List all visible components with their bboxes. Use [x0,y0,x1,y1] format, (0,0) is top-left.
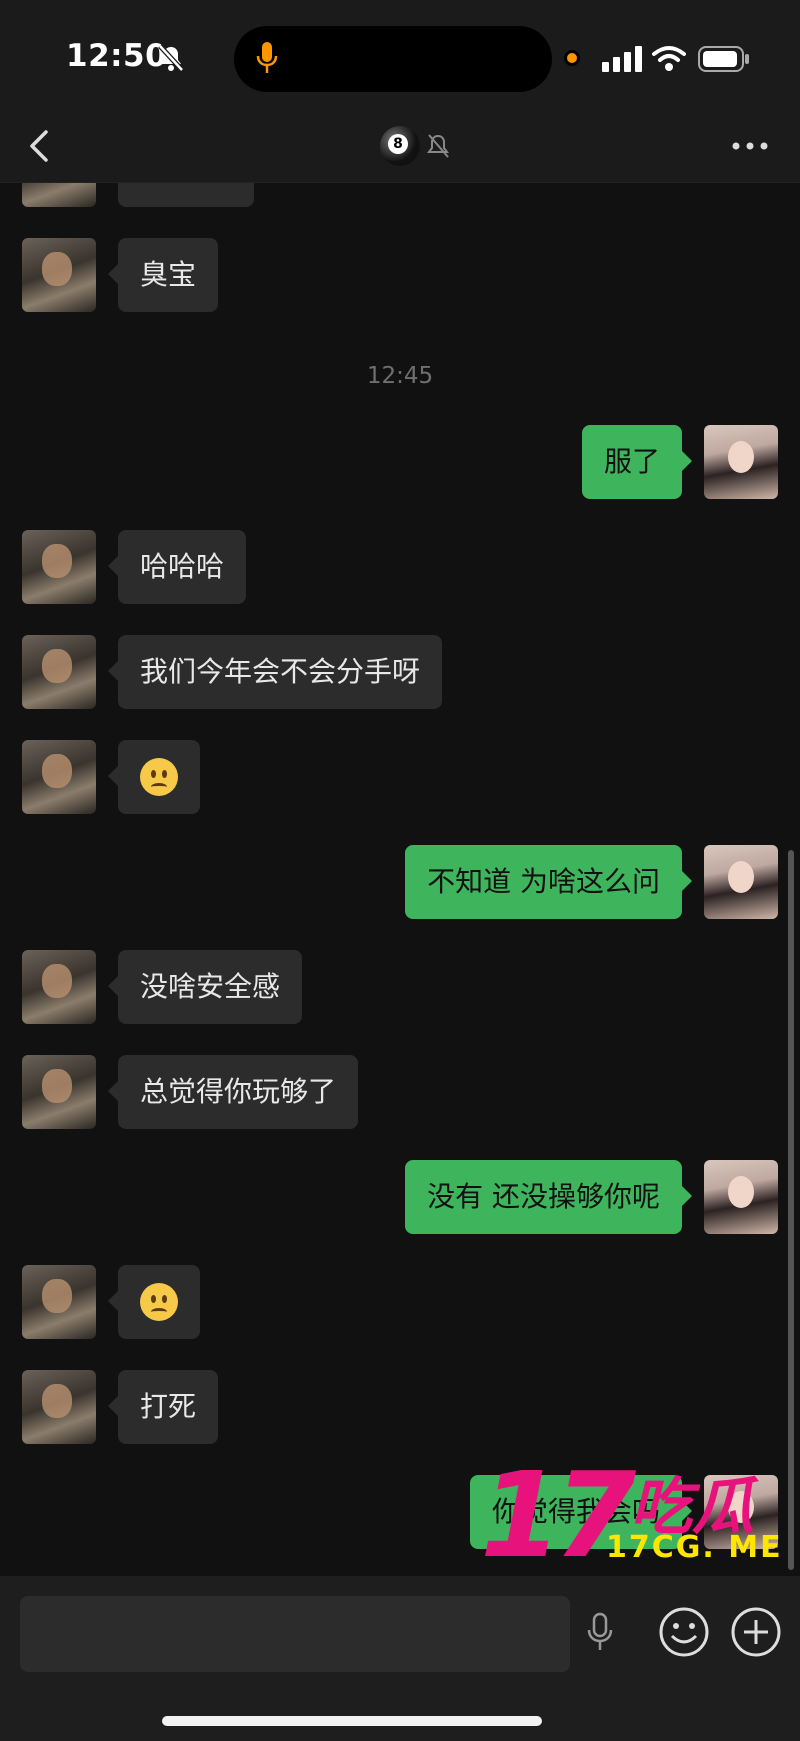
orange-dot-icon [564,50,580,66]
chat-header: 8 [0,110,800,183]
message-bubble[interactable] [108,1265,200,1339]
input-bar [0,1576,800,1741]
contact-avatar[interactable] [22,530,96,604]
message-bubble[interactable]: 我们今年会不会分手呀 [107,635,443,709]
wifi-icon [652,46,686,71]
message-input[interactable] [20,1596,570,1672]
message-bubble[interactable]: 没有 还没操够你呢 [405,1160,692,1234]
contact-avatar[interactable] [22,183,96,207]
message-bubble[interactable] [118,183,254,207]
signal-icon [602,46,642,72]
chevron-left-icon[interactable] [26,128,54,164]
mute-bell-icon [427,134,449,158]
battery-icon [698,46,749,72]
my-avatar[interactable] [704,1160,778,1234]
contact-avatar[interactable] [22,238,96,312]
message-bubble[interactable]: 不知道 为啥这么问 [405,845,692,919]
contact-avatar[interactable] [22,1265,96,1339]
microphone-icon [256,42,278,73]
contact-avatar[interactable] [22,635,96,709]
billiard-ball-icon: 8 [380,126,420,166]
message-bubble[interactable] [108,740,200,814]
chat-title[interactable]: 8 [380,124,450,168]
plus-icon[interactable] [730,1606,782,1658]
message-bubble[interactable]: 服了 [581,425,693,499]
message-bubble[interactable]: 哈哈哈 [107,530,247,604]
message-bubble[interactable]: 打死 [107,1370,219,1444]
my-avatar[interactable] [704,845,778,919]
emoji-icon[interactable] [658,1606,710,1658]
message-bubble[interactable]: 臭宝 [107,238,219,312]
contact-avatar[interactable] [22,1370,96,1444]
frown-emoji-icon [140,758,178,796]
contact-avatar[interactable] [22,950,96,1024]
watermark: 17 吃瓜 17CG. ME [480,1446,800,1584]
microphone-icon[interactable] [584,1610,616,1654]
watermark-url: 17CG. ME [606,1530,783,1565]
home-indicator[interactable] [162,1716,542,1726]
dynamic-island [234,26,552,92]
message-bubble[interactable]: 没啥安全感 [107,950,303,1024]
message-bubble[interactable]: 总觉得你玩够了 [107,1055,359,1129]
contact-avatar[interactable] [22,1055,96,1129]
message-list[interactable]: 臭宝 12:45 服了 哈哈哈 我们今年会不会分手呀 不知道 为啥这么问 没啥安… [0,183,800,1575]
contact-avatar[interactable] [22,740,96,814]
clock: 12:50 [66,38,168,74]
more-icon[interactable] [730,140,770,152]
frown-emoji-icon [140,1283,178,1321]
status-bar: 12:50 [0,0,800,110]
time-divider: 12:45 [366,363,434,389]
bell-slash-icon [158,44,184,72]
my-avatar[interactable] [704,425,778,499]
